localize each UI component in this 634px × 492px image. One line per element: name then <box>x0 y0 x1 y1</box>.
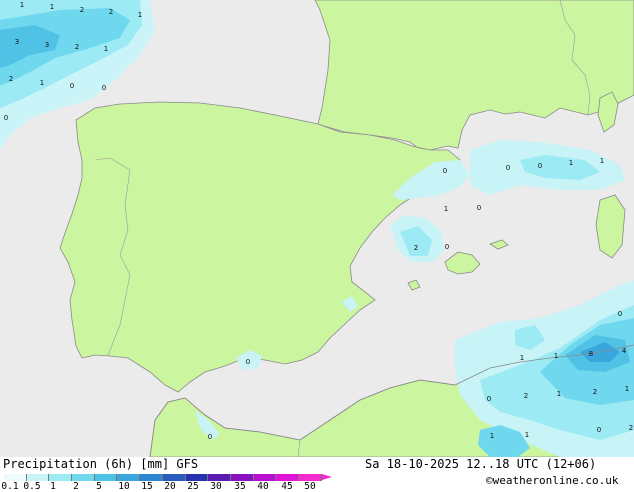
colorbar-arrow <box>321 474 332 480</box>
precip-value-label: 3 <box>45 41 49 49</box>
colorbar-segment <box>26 474 50 481</box>
map-canvas: 1 1 2 2 1 3 3 2 1 2 1 0 0 0 0 0 0 1 1 1 0 2 0 0 0 1 1 8 4 0 2 1 2 1 1 1 2 0 0 <box>0 0 634 457</box>
precip-value-label: 0 <box>70 82 74 90</box>
land-mallorca <box>444 251 481 275</box>
land-ibiza <box>407 279 421 291</box>
colorbar-segment <box>208 474 231 481</box>
colorbar-tick-label: 1 <box>50 481 56 492</box>
colorbar-segment <box>276 474 299 481</box>
precip-value-label: 4 <box>622 347 627 355</box>
colorbar-segment <box>117 474 141 481</box>
precip-value-label: 1 <box>557 390 561 398</box>
colorbar-segment <box>230 474 254 481</box>
colorbar-tick-label: 10 <box>118 481 130 492</box>
precip-value-label: 1 <box>490 432 494 440</box>
colorbar-tick-label: 20 <box>164 481 176 492</box>
credit-link[interactable]: ©weatheronline.co.uk <box>486 474 618 487</box>
colorbar-segment <box>94 474 118 481</box>
precip-value-label: 0 <box>4 114 8 122</box>
precip-value-label: 0 <box>208 433 212 441</box>
precip-value-label: 2 <box>524 392 528 400</box>
precip-value-label: 1 <box>40 79 44 87</box>
precip-value-label: 2 <box>9 75 13 83</box>
precip-value-label: 1 <box>554 352 558 360</box>
colorbar-tick-label: 50 <box>304 481 316 492</box>
colorbar-tick-label: 0.1 <box>1 481 19 492</box>
colorbar <box>4 474 332 481</box>
colorbar-segment <box>72 474 95 481</box>
colorbar-tick-label: 30 <box>210 481 222 492</box>
precip-value-label: 2 <box>80 6 84 14</box>
precipitation-map: 1 1 2 2 1 3 3 2 1 2 1 0 0 0 0 0 0 1 1 1 0 2 0 0 0 1 1 8 4 0 2 1 2 1 1 1 2 0 0 <box>0 0 634 457</box>
land-sardinia <box>595 194 626 259</box>
colorbar-tick-label: 35 <box>234 481 246 492</box>
forecast-timestamp: Sa 18-10-2025 12..18 UTC (12+06) <box>365 457 597 471</box>
colorbar-segment <box>185 474 209 481</box>
precip-value-label: 0 <box>102 84 106 92</box>
colorbar-segment <box>253 474 277 481</box>
precip-value-label: 1 <box>569 159 573 167</box>
precip-value-label: 0 <box>597 426 601 434</box>
colorbar-tick-label: 15 <box>141 481 153 492</box>
legend-title: Precipitation (6h) [mm] GFS <box>3 457 199 471</box>
land-france <box>314 0 634 151</box>
colorbar-tick-label: 45 <box>281 481 293 492</box>
precip-value-label: 1 <box>20 1 24 9</box>
precip-value-label: 0 <box>477 204 481 212</box>
precip-value-label: 0 <box>506 164 510 172</box>
colorbar-segment <box>4 474 27 481</box>
precip-value-label: 3 <box>15 38 19 46</box>
colorbar-segment <box>49 474 73 481</box>
precip-value-label: 1 <box>600 157 604 165</box>
colorbar-segment <box>162 474 186 481</box>
colorbar-tick-label: 0.5 <box>23 481 41 492</box>
precip-value-label: 0 <box>538 162 542 170</box>
colorbar-tick-label: 2 <box>73 481 79 492</box>
precip-value-label: 0 <box>445 243 449 251</box>
precip-value-label: 2 <box>593 388 597 396</box>
precip-value-label: 2 <box>109 8 113 16</box>
precip-value-label: 1 <box>525 431 529 439</box>
precip-value-label: 1 <box>104 45 108 53</box>
land-menorca <box>489 239 509 250</box>
precip-value-label: 2 <box>75 43 79 51</box>
precip-value-label: 1 <box>444 205 448 213</box>
precip-value-label: 0 <box>618 310 622 318</box>
colorbar-tick-label: 25 <box>187 481 199 492</box>
colorbar-tick-label: 40 <box>257 481 269 492</box>
colorbar-segment <box>140 474 163 481</box>
land-corsica <box>597 91 619 133</box>
precip-value-label: 0 <box>443 167 447 175</box>
precip-value-label: 1 <box>520 354 524 362</box>
colorbar-segment <box>298 474 322 481</box>
precip-value-label: 0 <box>246 358 250 366</box>
precip-value-label: 1 <box>50 3 54 11</box>
precip-value-label: 0 <box>487 395 491 403</box>
precip-value-label: 2 <box>414 244 418 252</box>
precip-value-label: 8 <box>589 350 593 358</box>
colorbar-tick-label: 5 <box>96 481 102 492</box>
precip-value-label: 1 <box>138 11 142 19</box>
precip-value-label: 2 <box>629 424 633 432</box>
precip-value-label: 1 <box>625 385 629 393</box>
